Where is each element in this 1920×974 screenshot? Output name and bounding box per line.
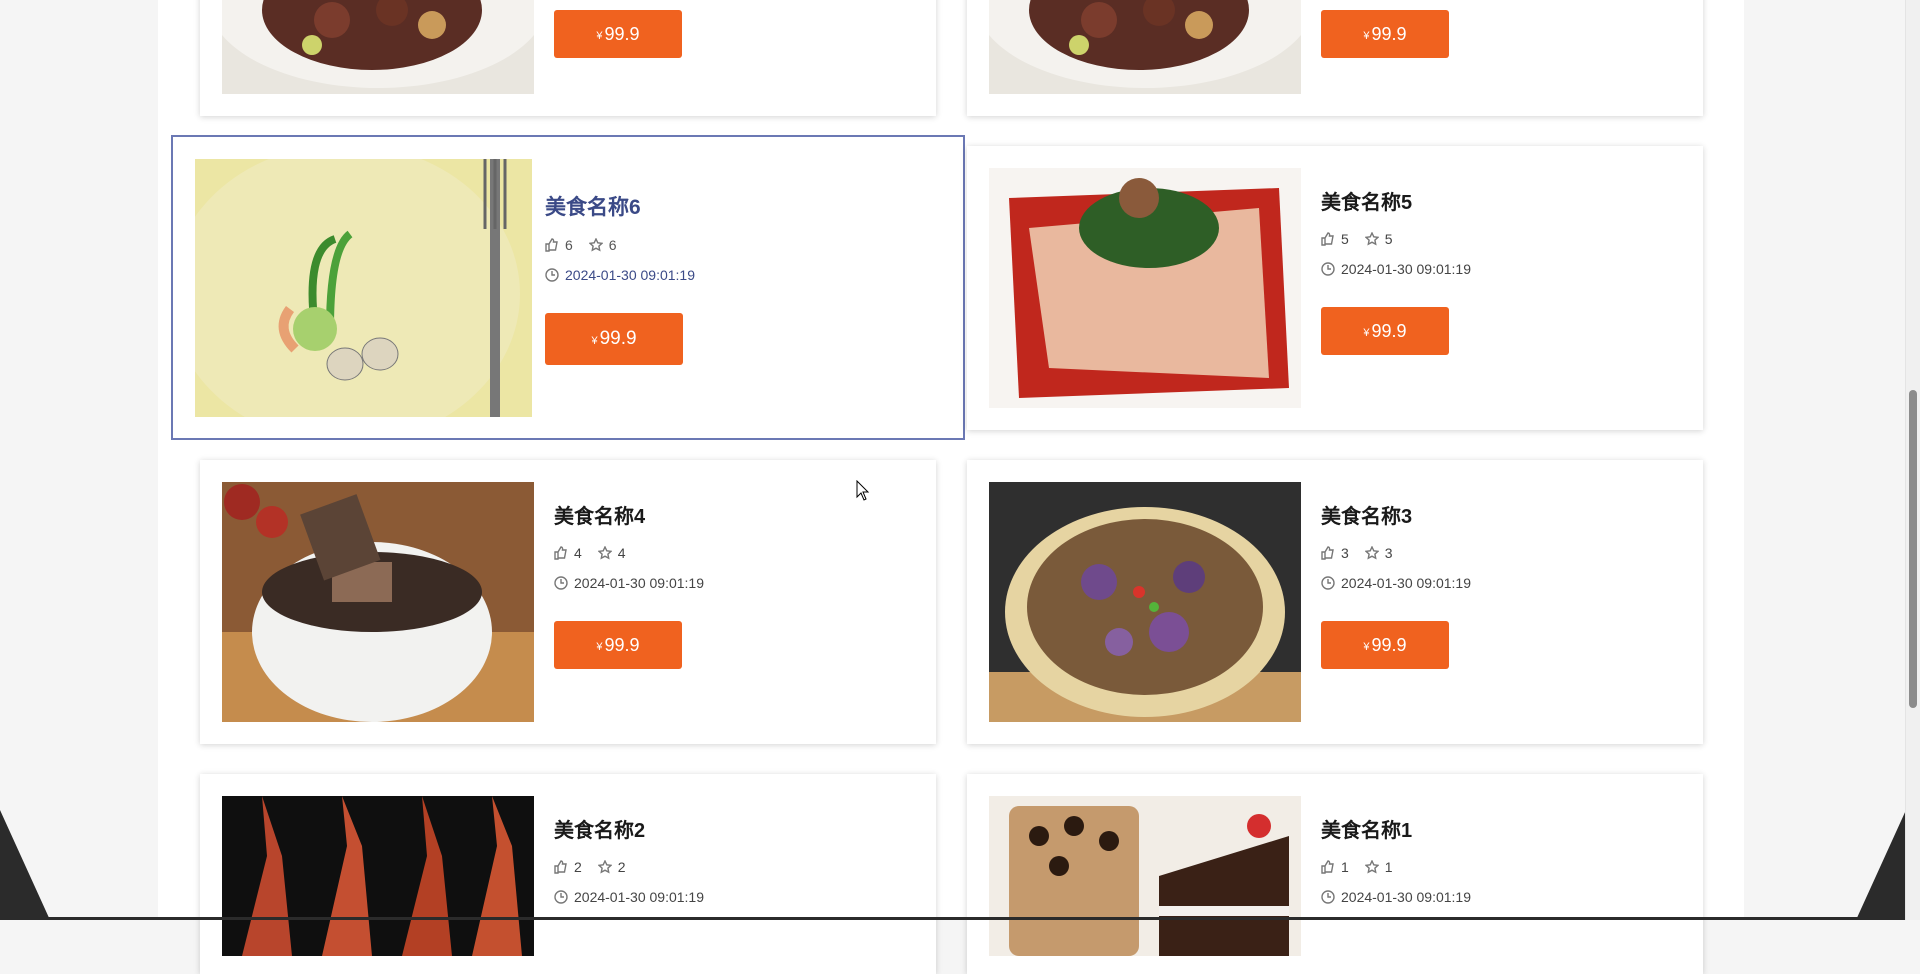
vertical-scrollbar[interactable] xyxy=(1905,0,1920,920)
publish-time: 2024-01-30 09:01:19 xyxy=(1321,889,1471,905)
publish-time: 2024-01-30 09:01:19 xyxy=(554,889,704,905)
like-count: 6 xyxy=(545,237,573,253)
star-icon xyxy=(597,860,612,874)
food-card[interactable]: 美食名称3 3 3 2024-01-30 09:01:19 ¥99.9 xyxy=(967,460,1703,744)
like-count: 5 xyxy=(1321,231,1349,247)
food-info: 美食名称6 6 6 2024-01-30 09:01:19 ¥99.9 xyxy=(545,191,695,365)
food-card[interactable]: 美食名称2 2 2 2024-01-30 09:01:19 xyxy=(200,774,936,974)
favorite-count: 6 xyxy=(588,237,617,253)
food-card[interactable]: 美食名称5 5 5 2024-01-30 09:01:19 ¥99.9 xyxy=(967,146,1703,430)
favorite-count: 4 xyxy=(597,545,626,561)
food-card[interactable]: ¥99.9 xyxy=(967,0,1703,116)
star-icon xyxy=(597,546,612,560)
like-count: 4 xyxy=(554,545,582,561)
food-name[interactable]: 美食名称4 xyxy=(554,500,704,529)
price-button[interactable]: ¥99.9 xyxy=(1321,621,1449,669)
star-icon xyxy=(1364,232,1379,246)
thumbs-up-icon xyxy=(554,860,567,874)
food-image xyxy=(222,0,534,94)
food-card[interactable]: 美食名称4 4 4 2024-01-30 09:01:19 ¥99.9 xyxy=(200,460,936,744)
price-button[interactable]: ¥99.9 xyxy=(1321,10,1449,58)
mouse-cursor-icon xyxy=(856,480,870,501)
scrollbar-thumb[interactable] xyxy=(1909,390,1917,708)
star-icon xyxy=(588,238,603,252)
food-name[interactable]: 美食名称5 xyxy=(1321,186,1471,215)
food-card[interactable]: 美食名称1 1 1 2024-01-30 09:01:19 xyxy=(967,774,1703,974)
thumbs-up-icon xyxy=(554,546,567,560)
food-name[interactable]: 美食名称6 xyxy=(545,191,695,221)
publish-time: 2024-01-30 09:01:19 xyxy=(554,575,704,591)
corner-decoration-right xyxy=(1796,810,1906,920)
food-info: 美食名称5 5 5 2024-01-30 09:01:19 ¥99.9 xyxy=(1321,186,1471,355)
clock-icon xyxy=(1321,262,1335,276)
food-info: 美食名称2 2 2 2024-01-30 09:01:19 xyxy=(554,814,704,905)
food-image xyxy=(222,796,534,956)
clock-icon xyxy=(554,890,568,904)
favorite-count: 3 xyxy=(1364,545,1393,561)
publish-time: 2024-01-30 09:01:19 xyxy=(1321,575,1471,591)
food-name[interactable]: 美食名称1 xyxy=(1321,814,1471,843)
publish-time: 2024-01-30 09:01:19 xyxy=(1321,261,1471,277)
food-image xyxy=(989,0,1301,94)
clock-icon xyxy=(1321,890,1335,904)
food-card-active[interactable]: 美食名称6 6 6 2024-01-30 09:01:19 ¥99.9 xyxy=(171,135,965,440)
food-image xyxy=(989,482,1301,722)
food-image xyxy=(989,168,1301,408)
thumbs-up-icon xyxy=(545,238,558,252)
like-count: 1 xyxy=(1321,859,1349,875)
food-info: 美食名称1 1 1 2024-01-30 09:01:19 xyxy=(1321,814,1471,905)
food-name[interactable]: 美食名称3 xyxy=(1321,500,1471,529)
star-icon xyxy=(1364,546,1379,560)
food-name[interactable]: 美食名称2 xyxy=(554,814,704,843)
price-button[interactable]: ¥99.9 xyxy=(1321,307,1449,355)
clock-icon xyxy=(545,268,559,282)
like-count: 2 xyxy=(554,859,582,875)
food-list-page: ¥99.9 ¥99.9 美食名称6 6 6 2024-01-30 09:01:1… xyxy=(158,0,1744,974)
favorite-count: 5 xyxy=(1364,231,1393,247)
food-image xyxy=(222,482,534,722)
thumbs-up-icon xyxy=(1321,232,1334,246)
food-card[interactable]: ¥99.9 xyxy=(200,0,936,116)
price-button[interactable]: ¥99.9 xyxy=(554,621,682,669)
favorite-count: 1 xyxy=(1364,859,1393,875)
favorite-count: 2 xyxy=(597,859,626,875)
star-icon xyxy=(1364,860,1379,874)
food-image xyxy=(195,159,532,417)
like-count: 3 xyxy=(1321,545,1349,561)
corner-decoration-left xyxy=(0,810,110,920)
thumbs-up-icon xyxy=(1321,860,1334,874)
thumbs-up-icon xyxy=(1321,546,1334,560)
clock-icon xyxy=(1321,576,1335,590)
clock-icon xyxy=(554,576,568,590)
food-image xyxy=(989,796,1301,956)
publish-time: 2024-01-30 09:01:19 xyxy=(545,267,695,283)
food-info: 美食名称3 3 3 2024-01-30 09:01:19 ¥99.9 xyxy=(1321,500,1471,669)
food-info: 美食名称4 4 4 2024-01-30 09:01:19 ¥99.9 xyxy=(554,500,704,669)
price-button[interactable]: ¥99.9 xyxy=(554,10,682,58)
price-button[interactable]: ¥99.9 xyxy=(545,313,683,365)
